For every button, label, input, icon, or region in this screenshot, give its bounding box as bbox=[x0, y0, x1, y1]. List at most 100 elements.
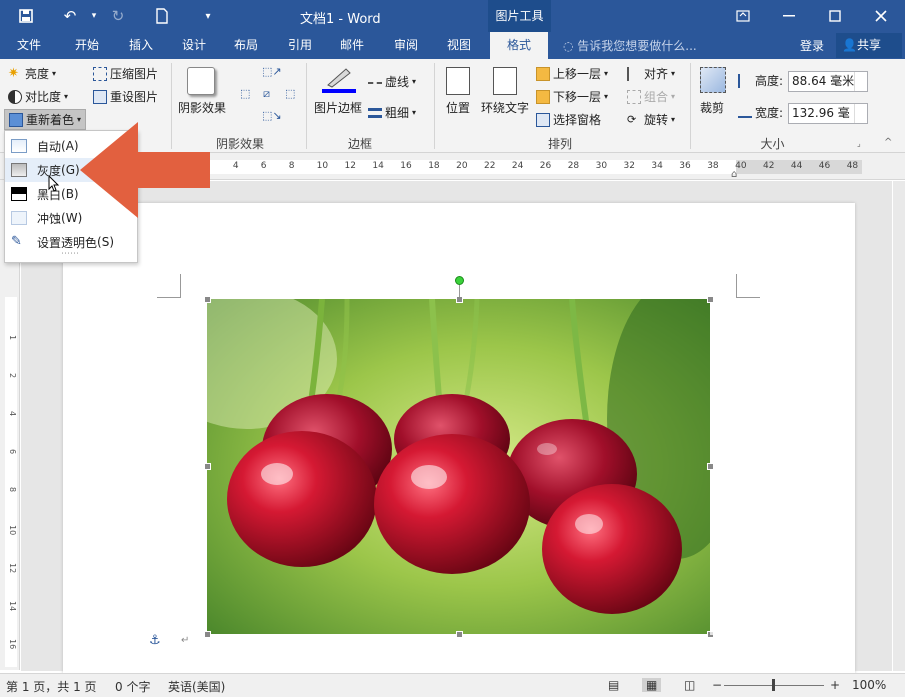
ruler-number: 18 bbox=[428, 161, 440, 171]
align-icon bbox=[627, 66, 641, 81]
chevron-down-icon: ▾ bbox=[52, 69, 57, 78]
tab-mailings[interactable]: 邮件 bbox=[329, 32, 375, 59]
nudge-right-icon[interactable]: ⬚ bbox=[285, 87, 295, 100]
wrap-text-icon[interactable] bbox=[493, 67, 517, 95]
resize-handle[interactable] bbox=[707, 463, 714, 470]
share-button[interactable]: 👤共享 bbox=[836, 33, 902, 58]
nudge-up-icon[interactable]: ⬚↗ bbox=[262, 65, 282, 78]
zoom-level[interactable]: 100% bbox=[852, 678, 886, 692]
selection-pane-button[interactable]: 选择窗格 bbox=[536, 111, 601, 128]
language-status[interactable]: 英语(美国) bbox=[168, 678, 225, 695]
reset-label: 重设图片 bbox=[110, 90, 159, 104]
group-button[interactable]: 组合 ▾ bbox=[627, 88, 675, 105]
resize-handle[interactable] bbox=[204, 463, 211, 470]
tab-format[interactable]: 格式 bbox=[490, 32, 548, 59]
resize-handle[interactable] bbox=[707, 296, 714, 303]
tell-me-search[interactable]: ◌ 告诉我您想要做什么... bbox=[563, 37, 697, 54]
picture-tools-label: 图片工具 bbox=[488, 0, 551, 32]
maximize-icon[interactable] bbox=[812, 0, 858, 32]
login-link[interactable]: 登录 bbox=[800, 37, 824, 54]
web-layout-icon[interactable]: ◫ bbox=[684, 678, 695, 692]
rotate-button[interactable]: ⟳ 旋转 ▾ bbox=[627, 111, 675, 128]
tab-layout[interactable]: 布局 bbox=[223, 32, 269, 59]
vertical-scrollbar[interactable] bbox=[893, 181, 905, 671]
tab-references[interactable]: 引用 bbox=[277, 32, 323, 59]
page-count[interactable]: 第 1 页，共 1 页 bbox=[6, 678, 97, 695]
brightness-button[interactable]: ✷ 亮度 ▾ bbox=[8, 65, 56, 82]
word-count[interactable]: 0 个字 bbox=[115, 678, 150, 695]
tab-view[interactable]: 视图 bbox=[436, 32, 482, 59]
compress-pictures-button[interactable]: 压缩图片 bbox=[93, 65, 158, 82]
nudge-down-icon[interactable]: ⬚↘ bbox=[262, 109, 282, 122]
crop-button[interactable]: 裁剪 bbox=[700, 99, 724, 116]
group-label: 组合 bbox=[644, 90, 669, 104]
shadow-toggle-icon[interactable]: ⧄ bbox=[263, 87, 270, 101]
height-input[interactable]: 88.64 毫米 bbox=[788, 71, 868, 92]
read-mode-icon[interactable]: ▤ bbox=[608, 678, 619, 692]
indent-marker-icon[interactable]: ⌂ bbox=[731, 169, 737, 180]
undo-dropdown-icon[interactable]: ▾ bbox=[82, 4, 106, 28]
tab-file[interactable]: 文件 bbox=[6, 32, 52, 59]
resize-handle[interactable] bbox=[204, 631, 211, 638]
cherry-picture[interactable] bbox=[207, 299, 710, 634]
tab-design[interactable]: 设计 bbox=[171, 32, 217, 59]
crop-label: 裁剪 bbox=[700, 101, 725, 115]
ruler-number: 24 bbox=[511, 161, 524, 171]
crop-icon[interactable] bbox=[700, 67, 726, 93]
wrap-text-button[interactable]: 环绕文字 bbox=[481, 99, 529, 116]
close-icon[interactable] bbox=[858, 0, 904, 32]
undo-icon[interactable]: ↶ bbox=[58, 4, 82, 28]
resize-handle[interactable] bbox=[456, 631, 463, 638]
ruler-number: 30 bbox=[595, 161, 608, 171]
reset-picture-button[interactable]: 重设图片 bbox=[93, 88, 158, 105]
bring-forward-button[interactable]: 上移一层 ▾ bbox=[536, 65, 608, 82]
picture-border-button[interactable]: 图片边框 bbox=[314, 99, 362, 116]
chevron-down-icon: ▾ bbox=[412, 77, 417, 86]
dashes-button[interactable]: 虚线 ▾ bbox=[368, 73, 416, 90]
title-bar: ↶ ▾ ↻ ▾ 文档1 - Word 图片工具 bbox=[0, 0, 905, 32]
redo-icon[interactable]: ↻ bbox=[106, 4, 130, 28]
anchor-icon[interactable]: ⚓ bbox=[149, 633, 161, 648]
minimize-icon[interactable] bbox=[766, 0, 812, 32]
position-button[interactable]: 位置 bbox=[446, 99, 470, 116]
shadow-preview-icon[interactable] bbox=[187, 67, 215, 95]
chevron-down-icon: ▾ bbox=[671, 92, 676, 101]
chevron-down-icon: ▾ bbox=[671, 115, 676, 124]
tab-insert[interactable]: 插入 bbox=[118, 32, 164, 59]
size-dialog-launcher-icon[interactable]: ⌟ bbox=[857, 139, 861, 148]
zoom-in-icon[interactable]: + bbox=[830, 678, 840, 692]
ruler-number: 10 bbox=[316, 161, 329, 171]
resize-handle[interactable] bbox=[456, 296, 463, 303]
align-button[interactable]: 对齐 ▾ bbox=[627, 65, 675, 82]
new-doc-icon[interactable] bbox=[150, 4, 174, 28]
position-icon[interactable] bbox=[446, 67, 470, 95]
zoom-slider-thumb[interactable] bbox=[772, 679, 775, 691]
nudge-left-icon[interactable]: ⬚ bbox=[240, 87, 250, 100]
border-group-label: 边框 bbox=[347, 137, 372, 151]
height-icon bbox=[738, 73, 752, 88]
contrast-button[interactable]: 对比度 ▾ bbox=[8, 88, 68, 105]
weight-button[interactable]: 粗细 ▾ bbox=[368, 104, 416, 121]
menu-resize-grip[interactable]: ⋯⋯ bbox=[61, 249, 79, 259]
customize-icon[interactable]: ▾ bbox=[196, 4, 220, 28]
recolor-button[interactable]: 重新着色 ▾ bbox=[4, 109, 87, 130]
ribbon-tabs: 文件 开始 插入 设计 布局 引用 邮件 审阅 视图 格式 ◌ 告诉我您想要做什… bbox=[0, 32, 905, 59]
shadow-effects-button[interactable]: 阴影效果 bbox=[178, 99, 226, 116]
ribbon-display-icon[interactable] bbox=[720, 0, 766, 32]
menu-item-label: 设置透明色 bbox=[37, 235, 98, 250]
save-icon[interactable] bbox=[14, 4, 38, 28]
tab-review[interactable]: 审阅 bbox=[383, 32, 429, 59]
tab-home[interactable]: 开始 bbox=[64, 32, 110, 59]
width-input[interactable]: 132.96 毫 bbox=[788, 103, 868, 124]
resize-handle[interactable] bbox=[204, 296, 211, 303]
pencil-icon[interactable] bbox=[322, 65, 356, 93]
print-layout-icon[interactable]: ▦ bbox=[642, 678, 662, 692]
zoom-out-icon[interactable]: − bbox=[712, 678, 722, 692]
grayscale-icon bbox=[11, 163, 27, 177]
recolor-label: 重新着色 bbox=[26, 113, 75, 127]
ruler-number: 1 bbox=[8, 335, 17, 341]
collapse-ribbon-icon[interactable]: ^ bbox=[884, 137, 892, 148]
send-backward-button[interactable]: 下移一层 ▾ bbox=[536, 88, 608, 105]
rotation-handle[interactable] bbox=[455, 276, 464, 285]
send-backward-icon bbox=[536, 89, 550, 104]
